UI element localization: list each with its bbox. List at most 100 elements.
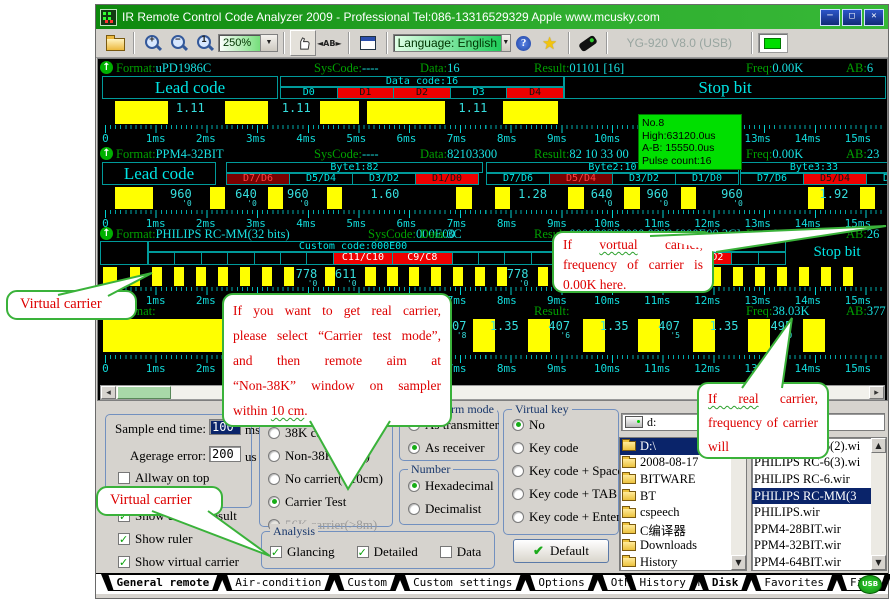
radio-icon[interactable] [512, 488, 524, 500]
open-file-button[interactable] [102, 30, 128, 56]
list-item[interactable]: PPM4-32BIT.wir [752, 538, 886, 555]
title-bar[interactable]: IR Remote Control Code Analyzer 2009 - P… [96, 5, 888, 29]
tab-favorites[interactable]: Favorites [749, 574, 840, 591]
waveform-lane[interactable]: 1.111.111.11 [100, 100, 885, 125]
pulse-duration-label: 1.28 [518, 188, 547, 200]
checkbox-icon[interactable] [440, 546, 452, 558]
remote-button[interactable] [575, 30, 601, 56]
list-item[interactable]: BITWARE [620, 471, 746, 488]
radio-option[interactable]: Decimalist [400, 497, 498, 520]
checkbox-icon[interactable] [357, 546, 369, 558]
radio-icon[interactable] [512, 442, 524, 454]
close-button[interactable]: ✕ [864, 9, 884, 26]
zoom-one-button[interactable]: 1 [192, 30, 218, 56]
window-tool-button[interactable] [355, 30, 381, 56]
tab-options[interactable]: Options [523, 574, 600, 591]
average-error-input[interactable] [209, 446, 241, 462]
zoom-out-button[interactable]: − [166, 30, 192, 56]
list-item[interactable]: PHILIPS RC-MM(3 [752, 488, 886, 505]
maximize-button[interactable]: □ [842, 9, 862, 26]
radio-option[interactable]: Key code + Enter [504, 505, 618, 528]
toolbar-separator [348, 32, 350, 54]
radio-option[interactable]: Hexadecimal [400, 474, 498, 497]
ruler-tick-label: 15ms [845, 132, 872, 145]
radio-icon[interactable] [268, 450, 280, 462]
ab-value: 23 [867, 147, 880, 161]
ab-measure-button[interactable]: ◄AB► [316, 30, 343, 56]
toolbar-separator [568, 32, 570, 54]
radio-option[interactable]: Key code + Space [504, 459, 618, 482]
list-item[interactable]: History [620, 554, 746, 571]
list-item[interactable]: BT [620, 488, 746, 505]
zoom-in-button[interactable]: + [140, 30, 166, 56]
pan-tool-button[interactable] [290, 30, 316, 56]
wave-pulse [262, 267, 272, 286]
tab-custom[interactable]: Custom [332, 574, 403, 591]
tab-history[interactable]: History [624, 574, 701, 591]
checkbox-icon[interactable] [118, 533, 130, 545]
list-item[interactable]: C编译器 [620, 521, 746, 538]
byte-group-label: Byte3:33 [740, 162, 888, 173]
tab-general-remote[interactable]: General remote [101, 574, 225, 591]
language-combo[interactable]: Language: English ▼ [393, 34, 511, 52]
list-item[interactable]: Downloads [620, 538, 746, 555]
scroll-down-icon[interactable]: ▼ [731, 555, 746, 570]
bit-cell: C11/C10 [333, 252, 393, 265]
tab-custom-settings[interactable]: Custom settings [398, 574, 528, 591]
list-item[interactable]: PHILIPS RC-6.wir [752, 471, 886, 488]
radio-option[interactable]: As receiver [400, 436, 498, 459]
chevron-down-icon[interactable]: ▼ [260, 35, 277, 51]
favorites-button[interactable]: ★ [537, 30, 563, 56]
radio-icon[interactable] [512, 511, 524, 523]
pulse-duration-label: 640'0 [235, 188, 257, 210]
list-item[interactable]: PPM4-28BIT.wir [752, 521, 886, 538]
waveform-lane[interactable]: 778'0611'0778'0778'0 [100, 266, 885, 287]
radio-icon[interactable] [512, 419, 524, 431]
radio-option[interactable]: Key code + TAB [504, 482, 618, 505]
help-button[interactable]: ? [511, 30, 537, 56]
radio-icon[interactable] [512, 465, 524, 477]
checkbox-option[interactable]: Data [432, 540, 482, 563]
scrollbar-thumb[interactable] [117, 386, 171, 399]
check-icon: ✔ [533, 543, 544, 559]
wave-pulse [568, 187, 584, 209]
list-item[interactable]: PPM4-64BIT.wir [752, 554, 886, 571]
syscode-value: ---- [362, 147, 379, 161]
radio-icon[interactable] [408, 503, 420, 515]
scroll-up-icon[interactable]: ▲ [871, 438, 886, 453]
checkbox-option[interactable]: Detailed [349, 540, 418, 563]
radio-icon[interactable] [268, 473, 280, 485]
pulse-duration-label: 1.11 [176, 102, 205, 114]
result-value: 01101 [16] [569, 61, 624, 75]
list-item[interactable]: cspeech [620, 504, 746, 521]
list-item[interactable]: PHILIPS.wir [752, 504, 886, 521]
file-scrollbar[interactable]: ▲ ▼ [871, 438, 886, 570]
radio-option[interactable]: Key code [504, 436, 618, 459]
radio-icon[interactable] [268, 427, 280, 439]
chevron-down-icon[interactable]: ▼ [501, 35, 510, 51]
bit-cell: D3/D2 [866, 173, 888, 185]
number-groupbox: Number HexadecimalDecimalist [399, 469, 499, 525]
wave-pulse [365, 267, 375, 286]
bit-cell: D4 [506, 87, 564, 99]
checkbox-icon[interactable] [118, 472, 130, 484]
bit-cell: D7/D6 [486, 173, 550, 185]
ab-label: AB: [846, 61, 867, 75]
scroll-right-icon[interactable]: ▸ [869, 386, 884, 399]
waveform-lane[interactable]: 960'0640'0960'01.601.28640'0960'0960'01.… [100, 186, 885, 210]
tab-disk[interactable]: Disk [696, 574, 754, 591]
tab-air-condition[interactable]: Air-condition [220, 574, 337, 591]
minimize-button[interactable]: ─ [820, 9, 840, 26]
bit-cell [148, 252, 175, 265]
up-arrow-icon[interactable]: ↑ [100, 227, 113, 240]
scroll-left-icon[interactable]: ◂ [101, 386, 116, 399]
up-arrow-icon[interactable]: ↑ [100, 61, 113, 74]
bit-cell [452, 252, 479, 265]
default-button[interactable]: ✔ Default [513, 539, 609, 563]
checkbox-icon[interactable] [118, 556, 130, 568]
scroll-down-icon[interactable]: ▼ [871, 555, 886, 570]
zoom-level-combo[interactable]: 250% ▼ [218, 34, 278, 52]
wave-pulse [843, 267, 853, 286]
up-arrow-icon[interactable]: ↑ [100, 147, 113, 160]
wave-pulse [431, 267, 441, 286]
